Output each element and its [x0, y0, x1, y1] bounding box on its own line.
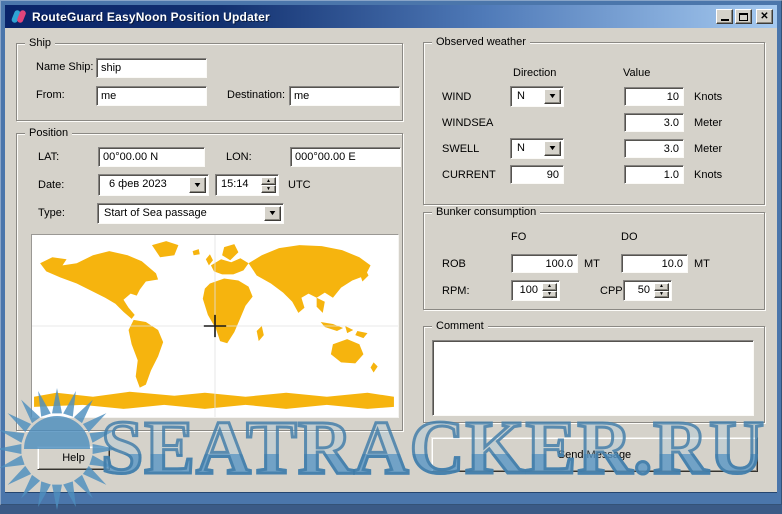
fo-header: FO: [511, 231, 526, 243]
type-dropdown[interactable]: Start of Sea passage ▼: [97, 203, 284, 224]
swell-unit-label: Meter: [694, 143, 722, 155]
type-label: Type:: [38, 207, 65, 219]
minimize-button[interactable]: [716, 9, 733, 24]
map-land: [34, 241, 394, 409]
minimize-icon: [721, 19, 729, 21]
comment-group: Comment: [423, 326, 765, 423]
chevron-down-icon: ▼: [548, 145, 558, 152]
type-dropdown-button[interactable]: ▼: [264, 206, 281, 221]
windsea-value-input[interactable]: [624, 113, 684, 132]
titlebar[interactable]: RouteGuard EasyNoon Position Updater ✕: [5, 5, 777, 28]
time-spinner[interactable]: 15:14 ▲▼: [215, 174, 279, 196]
spin-up-icon[interactable]: ▲: [261, 177, 276, 185]
bunker-legend: Bunker consumption: [432, 206, 540, 219]
cpp-label: CPP:: [600, 285, 626, 297]
position-group-legend: Position: [25, 127, 72, 140]
current-value-input[interactable]: [624, 165, 684, 184]
comment-legend: Comment: [432, 320, 488, 333]
swell-direction-value: N: [511, 139, 544, 158]
utc-label: UTC: [288, 179, 311, 191]
date-label: Date:: [38, 179, 64, 191]
help-button-label: Help: [62, 452, 85, 464]
wind-label: WIND: [442, 91, 471, 103]
swell-label: SWELL: [442, 143, 479, 155]
cpp-value: 50: [624, 281, 654, 300]
rob-label: ROB: [442, 258, 466, 270]
observed-weather-group: Observed weather Direction Value WIND N …: [423, 42, 765, 205]
name-ship-input[interactable]: [96, 58, 207, 78]
lon-label: LON:: [226, 151, 252, 163]
wind-value-input[interactable]: [624, 87, 684, 106]
world-map[interactable]: [31, 234, 399, 418]
cpp-spinner-buttons[interactable]: ▲▼: [654, 283, 669, 298]
wind-direction-dropdown[interactable]: N ▼: [510, 86, 564, 107]
window-title: RouteGuard EasyNoon Position Updater: [32, 10, 270, 24]
app-logo-icon: [10, 9, 27, 24]
close-button[interactable]: ✕: [756, 9, 773, 24]
windsea-label: WINDSEA: [442, 117, 493, 129]
wind-direction-value: N: [511, 87, 544, 106]
close-icon: ✕: [760, 12, 768, 22]
rpm-label: RPM:: [442, 285, 470, 297]
do-header: DO: [621, 231, 638, 243]
comment-textarea[interactable]: [432, 340, 754, 416]
help-button[interactable]: Help: [37, 446, 110, 470]
current-unit-label: Knots: [694, 169, 722, 181]
rpm-value: 100: [512, 281, 542, 300]
destination-input[interactable]: [289, 86, 400, 106]
cpp-spinner[interactable]: 50 ▲▼: [623, 280, 672, 301]
spin-down-icon[interactable]: ▼: [261, 185, 276, 193]
do-unit-label: MT: [694, 258, 710, 270]
rpm-spinner[interactable]: 100 ▲▼: [511, 280, 560, 301]
lat-label: LAT:: [38, 151, 59, 163]
lon-input[interactable]: [290, 147, 401, 167]
send-message-button-label: Send Message: [558, 449, 631, 461]
bunker-group: Bunker consumption FO DO ROB MT MT RPM: …: [423, 212, 765, 310]
value-header: Value: [623, 67, 650, 79]
date-value: 6 фев 2023: [99, 175, 189, 195]
spin-up-icon[interactable]: ▲: [654, 283, 669, 291]
current-direction-input[interactable]: [510, 165, 564, 184]
swell-value-input[interactable]: [624, 139, 684, 158]
from-input[interactable]: [96, 86, 207, 106]
name-ship-label: Name Ship:: [36, 61, 93, 73]
wind-unit-label: Knots: [694, 91, 722, 103]
spin-up-icon[interactable]: ▲: [542, 283, 557, 291]
swell-direction-dropdown[interactable]: N ▼: [510, 138, 564, 159]
send-message-button[interactable]: Send Message: [431, 437, 758, 472]
observed-weather-legend: Observed weather: [432, 36, 530, 49]
windsea-unit-label: Meter: [694, 117, 722, 129]
maximize-button[interactable]: [735, 9, 752, 24]
maximize-icon: [739, 13, 748, 21]
type-value: Start of Sea passage: [98, 204, 264, 223]
chevron-down-icon: ▼: [548, 93, 558, 100]
destination-label: Destination:: [227, 89, 285, 101]
spin-down-icon[interactable]: ▼: [654, 291, 669, 299]
ship-group: Ship Name Ship: From: Destination:: [16, 43, 403, 121]
client-area: Ship Name Ship: From: Destination: Posit…: [5, 28, 777, 493]
do-rob-input[interactable]: [621, 254, 688, 273]
ship-group-legend: Ship: [25, 37, 55, 50]
time-value: 15:14: [216, 175, 261, 195]
lat-input[interactable]: [98, 147, 205, 167]
wind-direction-dropdown-button[interactable]: ▼: [544, 89, 561, 104]
date-dropdown[interactable]: 6 фев 2023 ▼: [98, 174, 209, 196]
chevron-down-icon: ▼: [268, 210, 278, 217]
app-window: RouteGuard EasyNoon Position Updater ✕ S…: [0, 0, 782, 505]
direction-header: Direction: [513, 67, 556, 79]
chevron-down-icon: ▼: [193, 182, 203, 189]
position-group: Position LAT: LON: Date: 6 фев 2023 ▼ 15…: [16, 133, 403, 431]
date-dropdown-button[interactable]: ▼: [189, 177, 206, 193]
time-spinner-buttons[interactable]: ▲▼: [261, 177, 276, 193]
fo-rob-input[interactable]: [511, 254, 578, 273]
swell-direction-dropdown-button[interactable]: ▼: [544, 141, 561, 156]
fo-unit-label: MT: [584, 258, 600, 270]
current-label: CURRENT: [442, 169, 496, 181]
from-label: From:: [36, 89, 65, 101]
spin-down-icon[interactable]: ▼: [542, 291, 557, 299]
rpm-spinner-buttons[interactable]: ▲▼: [542, 283, 557, 298]
